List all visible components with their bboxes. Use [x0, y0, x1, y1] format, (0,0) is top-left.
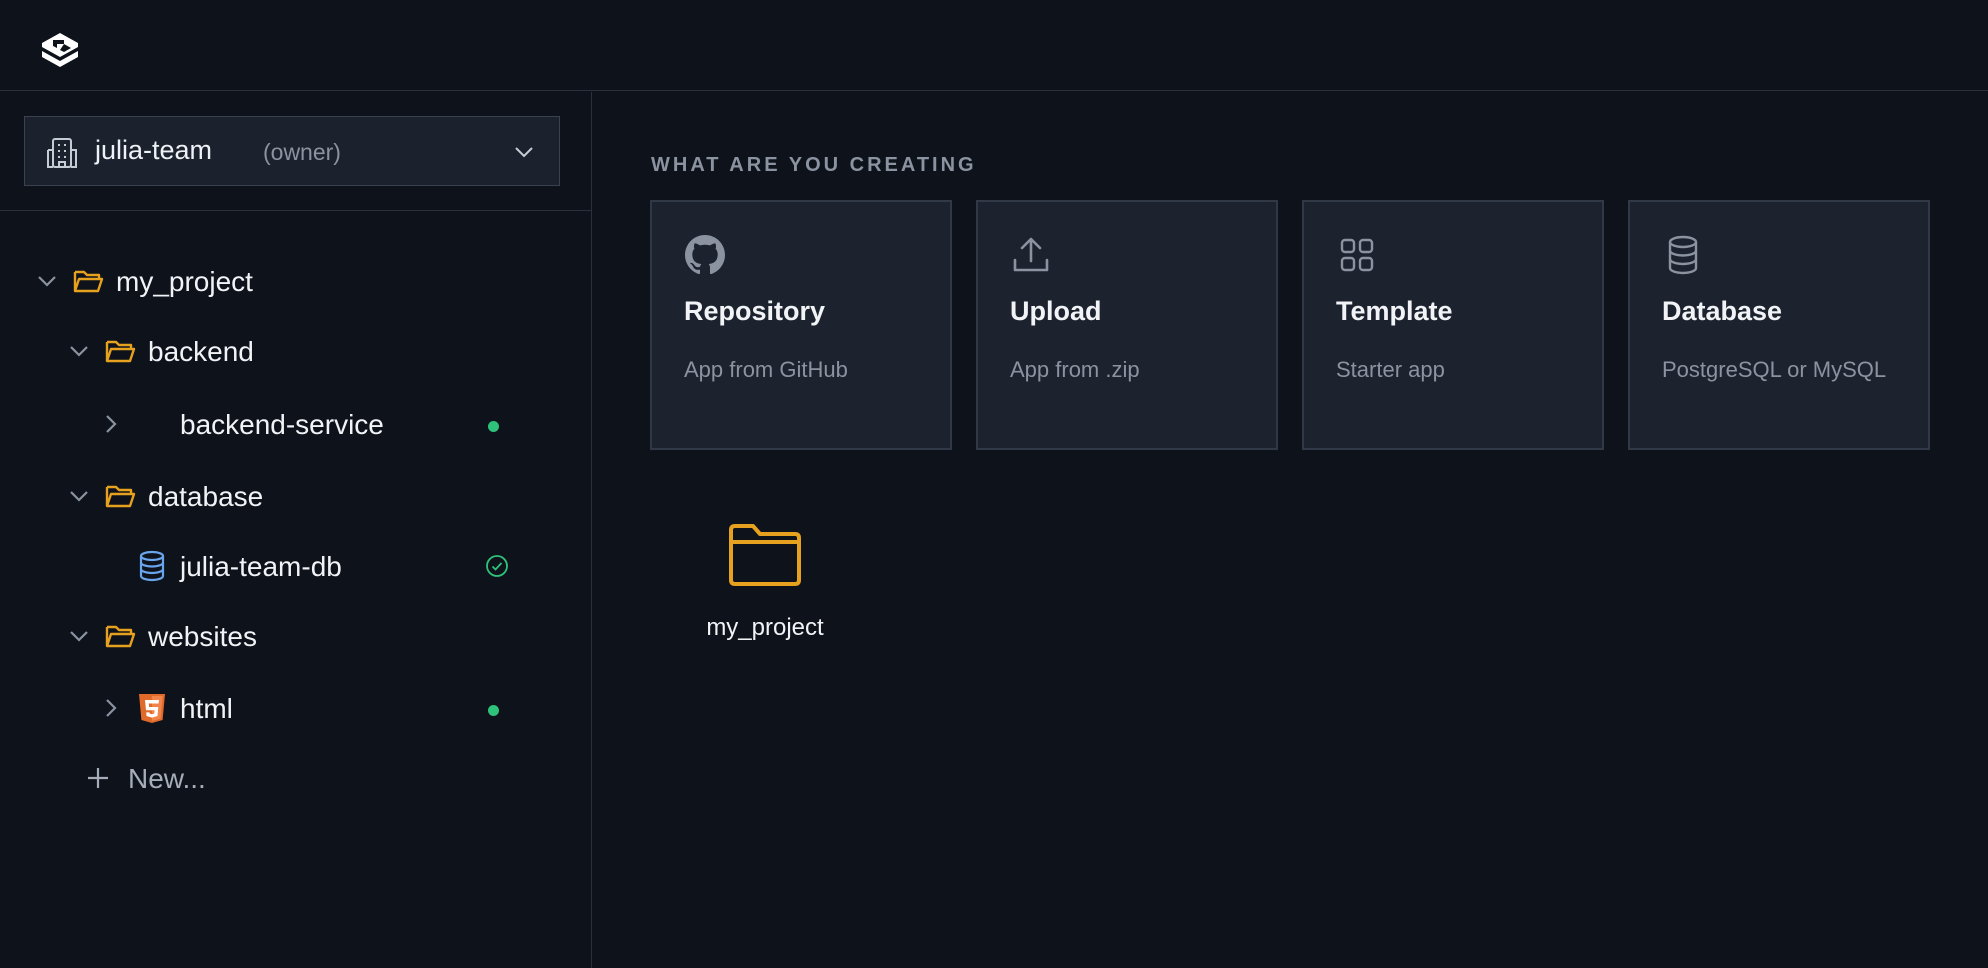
chevron-right-icon[interactable] [98, 411, 124, 437]
tree-item-label: html [180, 693, 233, 724]
card-description: Starter app [1336, 357, 1445, 382]
status-running-dot [488, 421, 499, 432]
card-description: App from GitHub [684, 357, 848, 382]
folder-icon [729, 524, 801, 586]
logo-icon[interactable] [38, 30, 82, 74]
database-icon [1668, 235, 1698, 275]
card-title: Template [1336, 296, 1453, 326]
tree-item-label: my_project [116, 266, 253, 297]
create-upload-card[interactable]: Upload App from .zip [976, 200, 1278, 450]
chevron-down-icon[interactable] [66, 338, 92, 364]
folder-open-icon [105, 625, 136, 648]
chevron-down-icon [515, 147, 533, 158]
card-title: Upload [1010, 296, 1102, 326]
healthy-check-icon [486, 555, 508, 577]
tree-item-label: backend-service [180, 409, 384, 440]
sidebar-divider [0, 210, 592, 211]
chevron-down-icon[interactable] [34, 268, 60, 294]
database-icon [139, 550, 165, 582]
status-running-dot [488, 705, 499, 716]
team-selector[interactable]: julia-team (owner) [24, 116, 560, 186]
tree-item-websites[interactable]: websites [66, 614, 536, 658]
chevron-down-icon[interactable] [66, 483, 92, 509]
folder-open-icon [105, 485, 136, 508]
tree-item-label: backend [148, 336, 254, 367]
grid-icon [1340, 238, 1374, 272]
section-title: WHAT ARE YOU CREATING [651, 154, 977, 176]
chevron-right-icon[interactable] [98, 695, 124, 721]
html5-icon [139, 694, 165, 723]
tree-item-julia-team-db[interactable]: julia-team-db [98, 544, 518, 588]
create-template-card[interactable]: Template Starter app [1302, 200, 1604, 450]
chevron-down-icon[interactable] [66, 623, 92, 649]
folder-open-icon [73, 270, 104, 293]
tree-item-html[interactable]: html [98, 686, 518, 730]
tree-item-label: database [148, 481, 264, 512]
new-item-button[interactable]: New... [84, 756, 284, 800]
team-name: julia-team [95, 135, 213, 165]
tree-item-label: websites [148, 621, 257, 652]
card-title: Repository [684, 296, 826, 326]
create-repository-card[interactable]: Repository App from GitHub [650, 200, 952, 450]
top-bar [0, 0, 1988, 91]
create-database-card[interactable]: Database PostgreSQL or MySQL [1628, 200, 1930, 450]
github-icon [685, 235, 725, 275]
sidebar: julia-team (owner) my_project backend ba… [0, 92, 592, 968]
project-tile-label: my_project [706, 614, 824, 641]
tree-item-my-project[interactable]: my_project [34, 259, 534, 303]
tree-item-label: julia-team-db [180, 551, 342, 582]
building-icon [47, 138, 77, 168]
card-title: Database [1662, 296, 1783, 326]
upload-icon [1013, 237, 1049, 272]
plus-icon [88, 768, 108, 788]
card-description: PostgreSQL or MySQL [1662, 357, 1887, 382]
new-item-label: New... [128, 763, 206, 794]
team-role: (owner) [263, 139, 341, 165]
tree-item-database[interactable]: database [66, 474, 536, 518]
folder-open-icon [105, 340, 136, 363]
main-panel: WHAT ARE YOU CREATING Repository App fro… [593, 92, 1988, 968]
card-description: App from .zip [1010, 357, 1140, 382]
project-tile-my-project[interactable]: my_project [683, 522, 853, 652]
tree-item-backend[interactable]: backend [66, 329, 536, 373]
tree-item-backend-service[interactable]: backend-service [98, 402, 518, 446]
